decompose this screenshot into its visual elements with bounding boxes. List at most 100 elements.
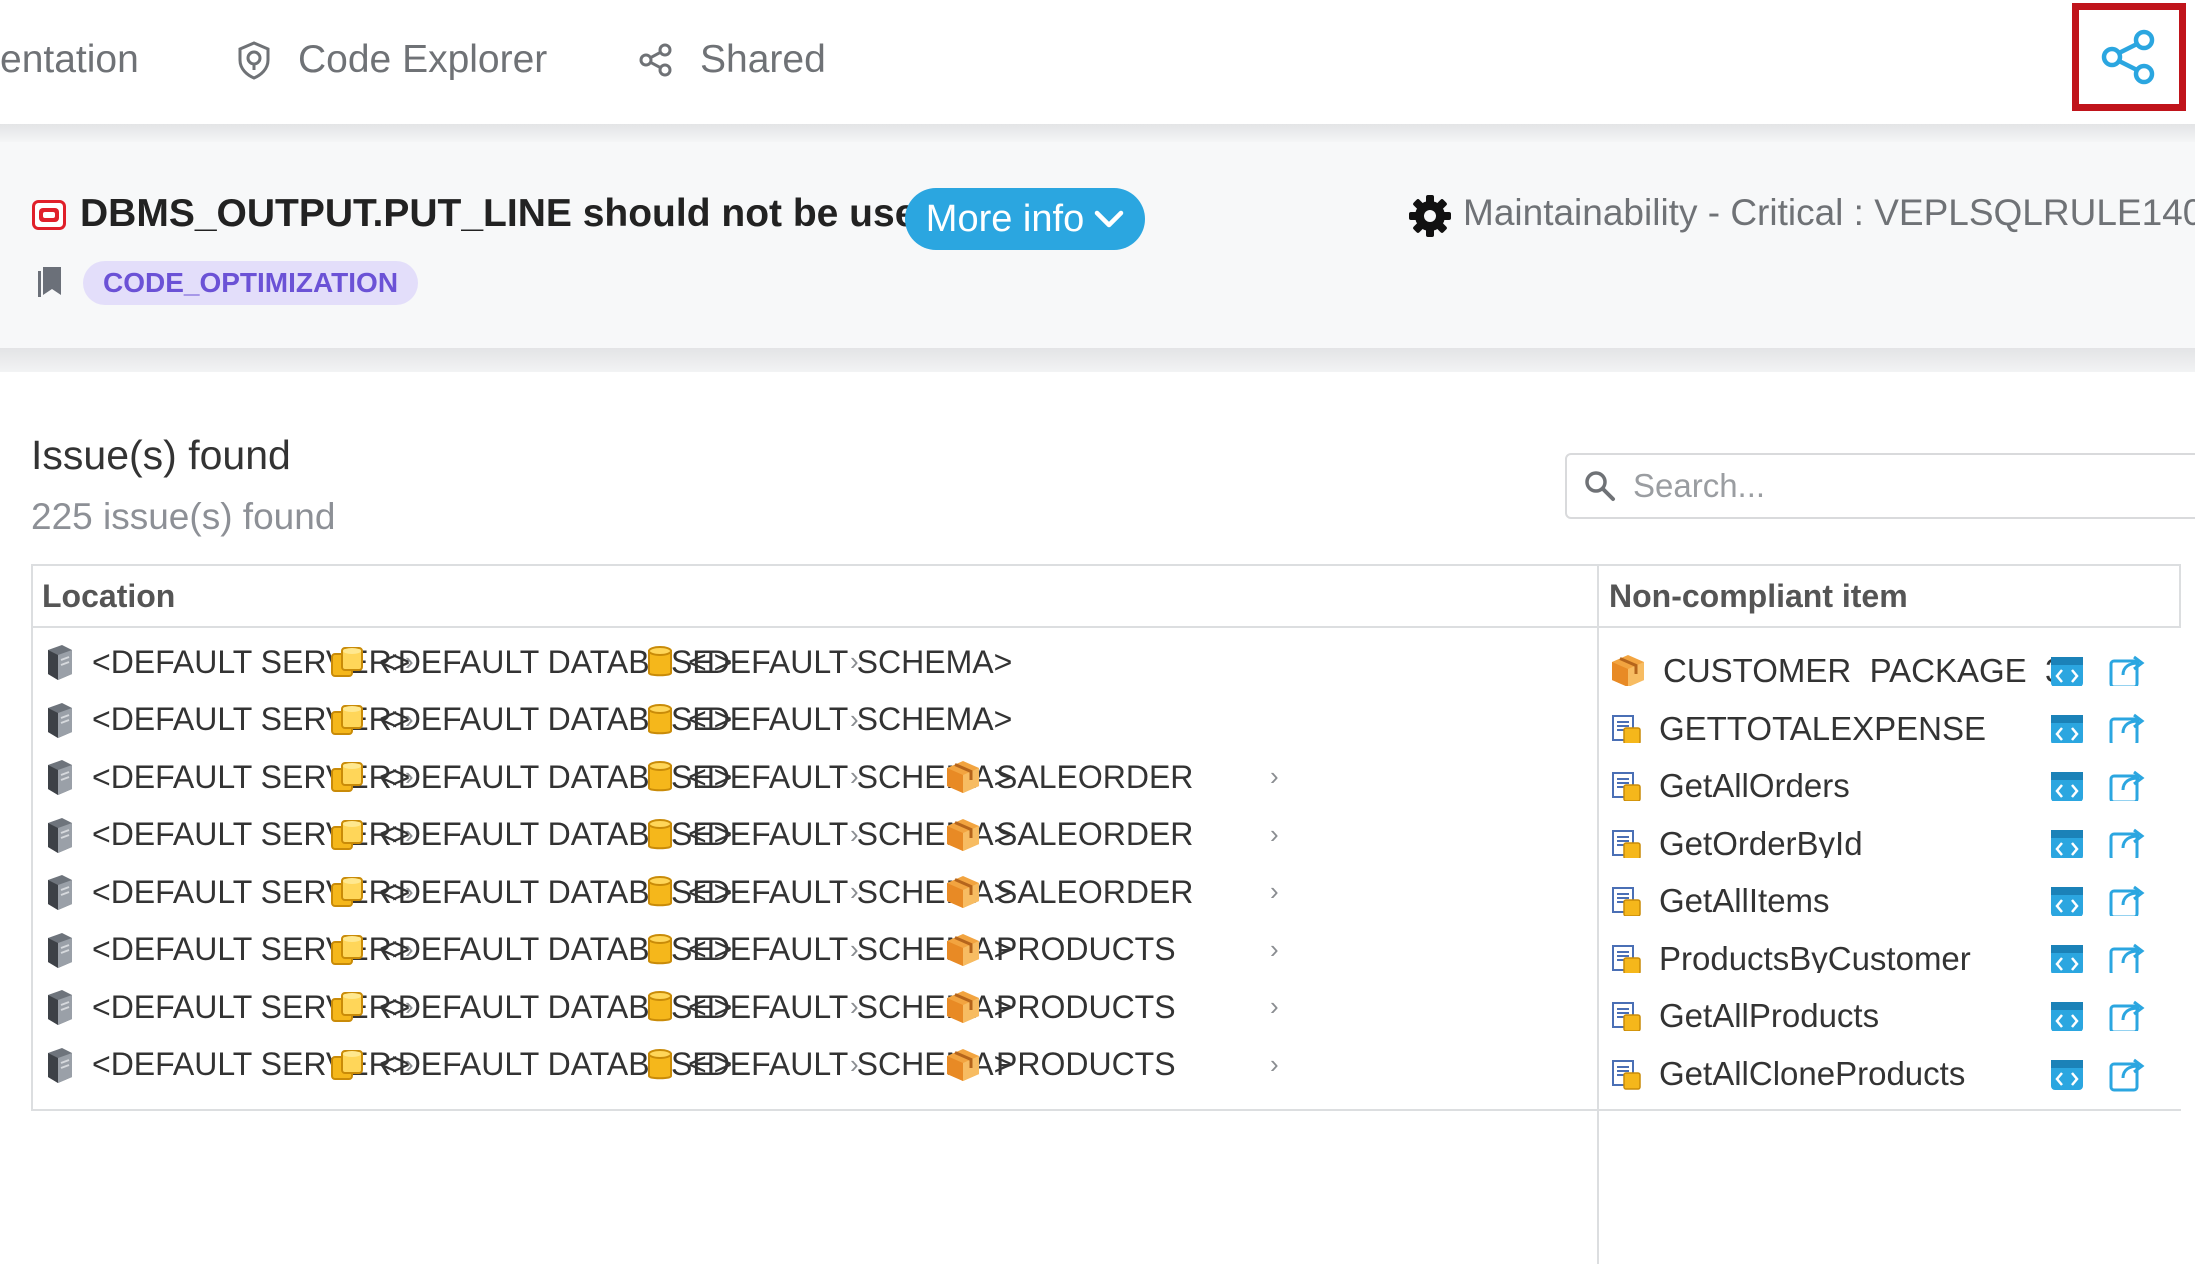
location-package-label: PRODUCTS — [996, 931, 1176, 967]
schema-icon — [646, 760, 674, 794]
nav-label: Shared — [700, 38, 826, 81]
database-icon — [329, 817, 365, 853]
schema-icon — [646, 818, 674, 852]
section-divider — [0, 124, 2195, 142]
section-divider — [0, 348, 2195, 372]
nav-tab-code-explorer[interactable]: Code Explorer — [236, 34, 547, 86]
nav-tab-documentation[interactable]: entation — [0, 34, 139, 86]
location-package-label: SALEORDER — [996, 816, 1194, 852]
location-schema-label: <DEFAULT SCHEMA> — [688, 643, 1013, 680]
search-icon — [1585, 471, 1615, 501]
procedure-icon — [1609, 1057, 1643, 1091]
non-compliant-item-label: GetOrderById — [1659, 824, 1863, 862]
package-icon — [944, 816, 982, 854]
nav-label: entation — [0, 38, 139, 81]
location-package[interactable]: SALEORDER — [944, 815, 1193, 855]
procedure-icon — [1609, 942, 1643, 976]
procedure-icon — [1609, 712, 1643, 746]
package-icon — [1609, 652, 1647, 690]
bookmark-icon — [38, 267, 61, 297]
open-external-icon[interactable] — [2104, 1051, 2150, 1097]
search-input[interactable] — [1631, 466, 2155, 506]
search-box — [1565, 453, 2195, 519]
schema-icon — [646, 645, 674, 679]
server-icon — [42, 757, 78, 797]
rule-title: DBMS_OUTPUT.PUT_LINE should not be used — [80, 192, 941, 235]
chevron-down-icon — [1094, 210, 1124, 228]
package-icon — [944, 758, 982, 796]
location-package[interactable]: SALEORDER — [944, 872, 1193, 912]
rule-tag[interactable]: CODE_OPTIMIZATION — [83, 261, 419, 305]
column-header-location[interactable]: Location — [42, 578, 175, 615]
server-icon — [42, 930, 78, 970]
schema-icon — [646, 933, 674, 967]
more-info-label: More info — [925, 197, 1085, 240]
rule-classification: Maintainability - Critical : VEPLSQLRULE… — [1463, 192, 2195, 233]
non-compliant-item-label: GetAllItems — [1659, 882, 1830, 919]
database-icon — [329, 644, 365, 680]
package-icon — [944, 988, 982, 1026]
location-package-label: SALEORDER — [996, 873, 1194, 910]
schema-icon — [646, 1048, 674, 1082]
location-schema-label: <DEFAULT SCHEMA> — [688, 701, 1013, 737]
code-explorer-icon — [238, 41, 270, 80]
procedure-icon — [1609, 827, 1643, 861]
breadcrumb-separator: › — [1270, 761, 1279, 791]
breadcrumb-separator: › — [1270, 818, 1279, 849]
server-icon — [42, 700, 78, 740]
nav-tab-shared[interactable]: Shared — [638, 34, 826, 86]
top-navigation: entation Code Explorer Shared — [0, 0, 2195, 124]
column-divider — [1597, 564, 1599, 1264]
package-icon — [944, 1046, 982, 1084]
table-row[interactable]: <DEFAULT SERVER> › <DEFAULT DATABASE> › <DEF… — [31, 1030, 2181, 1111]
breadcrumb-separator: › — [1270, 991, 1279, 1021]
server-icon — [42, 872, 78, 912]
schema-icon — [646, 875, 674, 909]
breadcrumb-separator: › — [1270, 933, 1279, 964]
location-package-label: PRODUCTS — [996, 1046, 1176, 1082]
share-icon — [2101, 29, 2155, 85]
procedure-icon — [1609, 999, 1643, 1033]
issues-count: 225 issue(s) found — [31, 496, 336, 537]
non-compliant-item-label: GetAllOrders — [1659, 767, 1850, 804]
non-compliant-item-label: GETTOTALEXPENSE — [1659, 709, 1987, 747]
package-icon — [944, 931, 982, 969]
location-schema[interactable]: <DEFAULT SCHEMA> — [646, 700, 1012, 740]
server-icon — [42, 987, 78, 1027]
database-icon — [329, 989, 365, 1025]
table-header: Location Non-compliant item — [31, 564, 2181, 628]
location-package-label: PRODUCTS — [996, 988, 1176, 1025]
non-compliant-item-label: CUSTOMER_PACKAGE_3 — [1663, 652, 2064, 689]
database-icon — [329, 1047, 365, 1083]
issues-heading: Issue(s) found — [31, 432, 291, 478]
server-icon — [42, 642, 78, 682]
server-icon — [42, 1045, 78, 1085]
package-icon — [944, 873, 982, 911]
column-header-non-compliant-item[interactable]: Non-compliant item — [1609, 578, 1908, 615]
location-package[interactable]: SALEORDER — [944, 757, 1193, 797]
database-icon — [329, 874, 365, 910]
share-button[interactable] — [2072, 3, 2186, 111]
location-package-label: SALEORDER — [996, 758, 1194, 795]
breadcrumb-separator: › — [1270, 1048, 1279, 1079]
database-icon — [329, 759, 365, 795]
schema-icon — [646, 703, 674, 737]
server-icon — [42, 815, 78, 855]
non-compliant-item[interactable]: GetAllCloneProducts — [1609, 1054, 1965, 1094]
non-compliant-item-label: ProductsByCustomer — [1659, 939, 1971, 977]
location-package[interactable]: PRODUCTS — [944, 987, 1176, 1027]
more-info-button[interactable]: More info — [905, 188, 1145, 250]
nav-label: Code Explorer — [298, 38, 548, 81]
database-icon — [329, 932, 365, 968]
share-icon — [639, 43, 672, 77]
procedure-icon — [1609, 884, 1643, 918]
location-package[interactable]: PRODUCTS — [944, 1045, 1176, 1085]
gear-icon — [1409, 195, 1451, 237]
code-view-icon[interactable] — [2044, 1051, 2090, 1097]
severity-critical-icon — [32, 200, 66, 230]
non-compliant-item-label: GetAllProducts — [1659, 997, 1880, 1034]
location-schema[interactable]: <DEFAULT SCHEMA> — [646, 642, 1012, 682]
database-icon — [329, 702, 365, 738]
location-package[interactable]: PRODUCTS — [944, 930, 1176, 970]
schema-icon — [646, 990, 674, 1024]
